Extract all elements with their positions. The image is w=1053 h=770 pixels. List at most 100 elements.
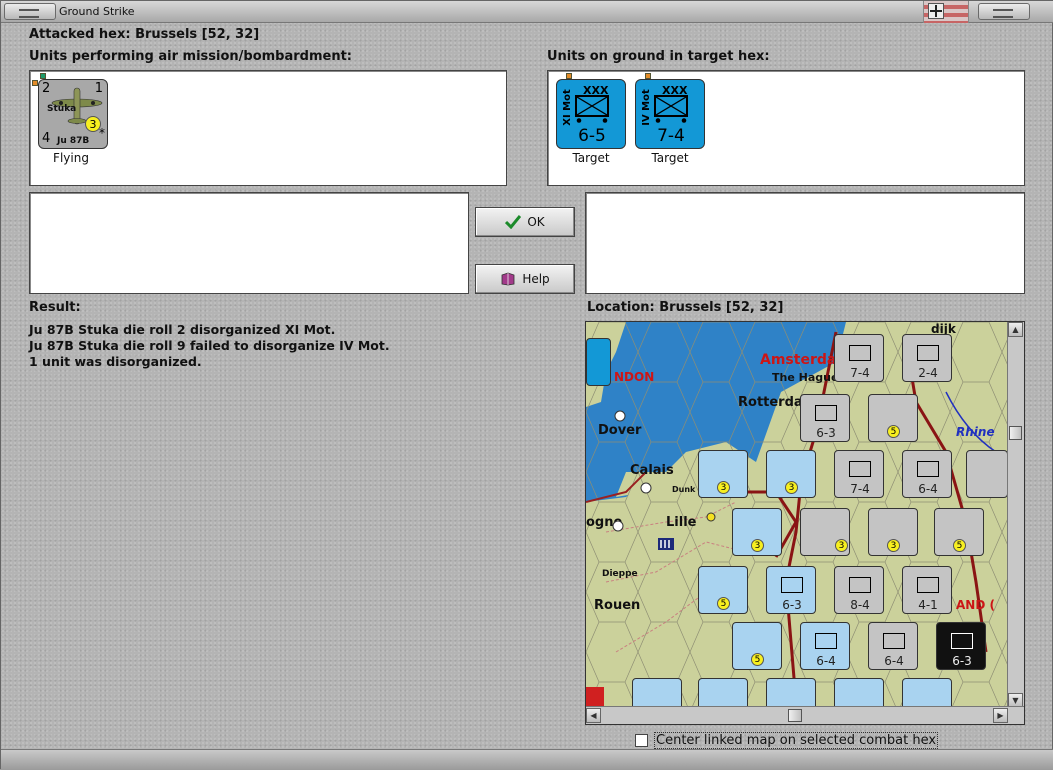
map-label-the-hague: The Hague <box>772 371 839 384</box>
iv-mot-counter[interactable]: XXX IV Mot 7-4 <box>635 79 705 149</box>
motorized-infantry-icon <box>654 95 688 117</box>
map-label-rouen: Rouen <box>594 598 641 613</box>
fortification-icon <box>658 538 674 550</box>
map-label-calais: Calais <box>630 463 674 478</box>
map-counter-air[interactable]: 5 <box>732 622 782 670</box>
map-counter-air[interactable]: 5 <box>868 394 918 442</box>
unit-designation: IV Mot <box>640 89 652 126</box>
infantry-icon <box>849 461 871 477</box>
defender-detail-panel <box>585 192 1025 294</box>
map-counter[interactable]: 8-4 <box>834 566 884 614</box>
map-counter[interactable]: 6-3 <box>766 566 816 614</box>
map-counter-air[interactable]: 3 <box>800 508 850 556</box>
map-counter-allied-air[interactable] <box>586 338 611 386</box>
unit-status: Flying <box>53 151 89 165</box>
ground-units-panel: XXX XI Mot 6-5 Target XXX IV Mot 7-4 Tar… <box>547 70 1025 186</box>
counter-rating: 5 <box>887 425 900 438</box>
map-counter-air[interactable] <box>966 450 1008 498</box>
wheels-icon <box>576 118 608 123</box>
counter-rating: 5 <box>953 539 966 552</box>
counter-rating: 5 <box>751 653 764 666</box>
port-icon <box>614 410 626 422</box>
location-map[interactable]: Amsterda The Hague Rotterda NDON Dover C… <box>585 321 1025 725</box>
city-dot-icon <box>706 512 716 522</box>
map-counter[interactable]: 6-3 <box>800 394 850 442</box>
ok-button[interactable]: OK <box>475 207 575 237</box>
map-counter[interactable]: 6-3 <box>936 622 986 670</box>
attacker-detail-panel <box>29 192 469 294</box>
map-counter-air[interactable]: 3 <box>732 508 782 556</box>
port-icon <box>612 520 624 532</box>
unit-status: Target <box>572 151 610 165</box>
counter-strength: 6-4 <box>884 654 904 668</box>
map-label-germany: AND ( <box>956 598 995 612</box>
port-icon <box>640 482 652 494</box>
scroll-left-arrow-icon[interactable]: ◀ <box>586 708 601 723</box>
help-button[interactable]: Help <box>475 264 575 294</box>
counter-strength: 4-1 <box>918 598 938 612</box>
map-counter-air[interactable]: 3 <box>868 508 918 556</box>
map-counter-air[interactable]: 5 <box>934 508 984 556</box>
vertical-scroll-thumb[interactable] <box>1009 426 1022 440</box>
counter-strength: 6-4 <box>816 654 836 668</box>
counter-strength: 6-3 <box>816 426 836 440</box>
map-counter[interactable]: 7-4 <box>834 334 884 382</box>
scroll-right-arrow-icon[interactable]: ▶ <box>993 708 1008 723</box>
unit-designation: XI Mot <box>561 89 573 126</box>
map-counter-air[interactable]: 3 <box>766 450 816 498</box>
air-units-panel: 2 1 Stuka 3 4 Ju 87B * Flying <box>29 70 507 186</box>
map-counter[interactable]: 6-4 <box>902 450 952 498</box>
center-map-option[interactable]: Center linked map on selected combat hex <box>635 732 939 749</box>
counter-rating: 3 <box>717 481 730 494</box>
counter-rating: 3 <box>785 481 798 494</box>
infantry-icon <box>815 405 837 421</box>
help-button-label: Help <box>522 272 550 286</box>
result-label: Result: <box>29 300 81 315</box>
map-counter[interactable]: 4-1 <box>902 566 952 614</box>
infantry-icon <box>917 461 939 477</box>
map-counter-air[interactable]: 3 <box>698 450 748 498</box>
infantry-icon <box>917 345 939 361</box>
scroll-up-arrow-icon[interactable]: ▲ <box>1008 322 1023 337</box>
unit-stat-top-right: 1 <box>94 81 103 96</box>
infantry-icon <box>781 577 803 593</box>
help-book-icon <box>501 272 515 286</box>
stuka-counter[interactable]: 2 1 Stuka 3 4 Ju 87B * <box>38 79 108 149</box>
unit-model: Ju 87B <box>57 136 90 146</box>
map-label-dieppe: Dieppe <box>602 569 638 579</box>
checkmark-icon <box>505 215 522 229</box>
counter-strength: 7-4 <box>850 366 870 380</box>
counter-strength: 8-4 <box>850 598 870 612</box>
wheels-icon <box>655 118 687 123</box>
result-line: 1 unit was disorganized. <box>29 354 202 369</box>
ok-button-label: OK <box>527 215 545 229</box>
map-label-lille: Lille <box>666 515 697 530</box>
motorized-infantry-icon <box>575 95 609 117</box>
location-label: Location: Brussels [52, 32] <box>587 300 784 315</box>
map-label-amsterdam: Amsterda <box>760 352 837 368</box>
system-menu-button[interactable] <box>4 3 56 20</box>
map-counter-air[interactable]: 5 <box>698 566 748 614</box>
center-map-checkbox-label[interactable]: Center linked map on selected combat hex <box>654 732 939 749</box>
infantry-icon <box>951 633 973 649</box>
result-line: Ju 87B Stuka die roll 2 disorganized XI … <box>29 322 336 337</box>
attacked-hex-title: Attacked hex: Brussels [52, 32] <box>29 27 260 42</box>
map-counter[interactable]: 7-4 <box>834 450 884 498</box>
counter-strength: 6-3 <box>782 598 802 612</box>
xi-mot-counter[interactable]: XXX XI Mot 6-5 <box>556 79 626 149</box>
map-counter[interactable]: 6-4 <box>868 622 918 670</box>
counter-strength: 6-4 <box>918 482 938 496</box>
unit-stat-top-left: 2 <box>42 81 51 96</box>
infantry-icon <box>917 577 939 593</box>
window-resize-button[interactable] <box>978 3 1030 20</box>
center-map-checkbox[interactable] <box>635 734 648 747</box>
map-vertical-scrollbar[interactable]: ▲ ▼ <box>1007 322 1024 708</box>
unit-status: Target <box>651 151 689 165</box>
horizontal-scroll-thumb[interactable] <box>788 709 802 722</box>
counter-rating: 3 <box>887 539 900 552</box>
unit-strength: 6-5 <box>578 126 606 146</box>
map-counter[interactable]: 6-4 <box>800 622 850 670</box>
map-horizontal-scrollbar[interactable]: ◀ ▶ <box>586 706 1024 724</box>
result-line: Ju 87B Stuka die roll 9 failed to disorg… <box>29 338 390 353</box>
map-counter[interactable]: 2-4 <box>902 334 952 382</box>
